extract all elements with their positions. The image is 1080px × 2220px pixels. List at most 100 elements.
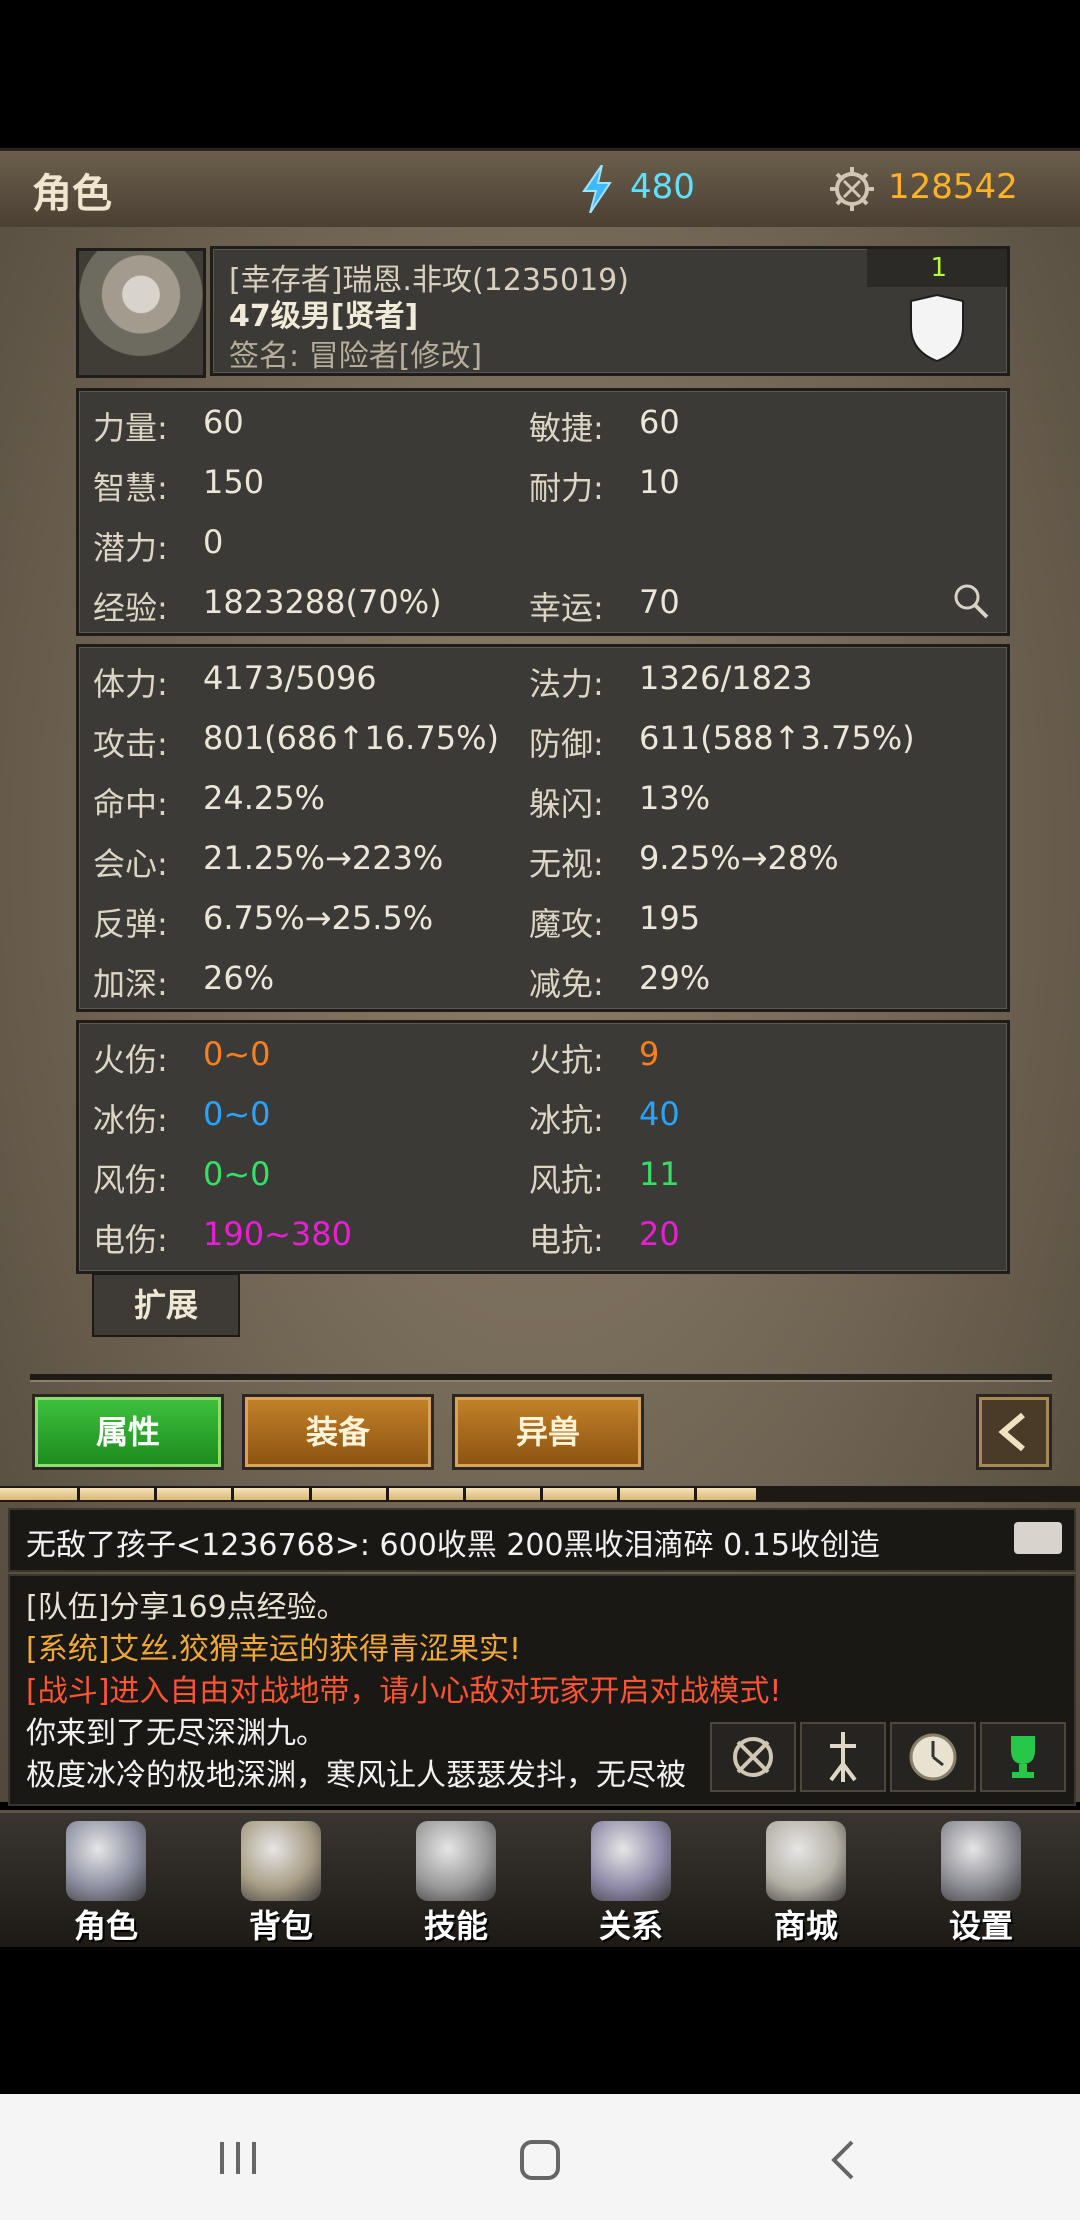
- stat-label: 敏捷:: [529, 409, 604, 447]
- stat-value: 60: [639, 403, 680, 441]
- stat-row: 经验: 1823288(70%) 幸运: 70: [79, 573, 999, 633]
- stat-value: 1326/1823: [639, 659, 813, 697]
- element-label: 冰伤:: [93, 1101, 168, 1139]
- backpack-icon: [241, 1821, 321, 1901]
- chat-bubble-icon[interactable]: [1014, 1522, 1062, 1554]
- signature-edit[interactable]: 签名: 冒险者[修改]: [229, 331, 482, 375]
- tab-beast[interactable]: 异兽: [452, 1394, 644, 1470]
- gold-coin-icon: [830, 167, 874, 211]
- nav-item-gears[interactable]: 设置: [911, 1813, 1051, 1947]
- element-label: 火伤:: [93, 1041, 168, 1079]
- stat-label: 无视:: [529, 845, 604, 883]
- profile-box: [幸存者]瑞恩.非攻(1235019) 47级男[贤者] 签名: 冒险者[修改]…: [210, 246, 1010, 376]
- trophy-icon: [1011, 1736, 1035, 1778]
- stat-label: 力量:: [93, 409, 168, 447]
- character-level: 47级男[贤者]: [229, 299, 419, 334]
- handshake-icon: [591, 1821, 671, 1901]
- element-label: 火抗:: [529, 1041, 604, 1079]
- stat-value: 29%: [639, 959, 711, 997]
- stat-label: 攻击:: [93, 725, 168, 763]
- stat-value: 70: [639, 583, 680, 621]
- stat-value: 60: [203, 403, 244, 441]
- stat-row: 会心: 21.25%→223% 无视: 9.25%→28%: [79, 829, 999, 889]
- tab-equipment[interactable]: 装备: [242, 1394, 434, 1470]
- helmet-icon: [66, 1821, 146, 1901]
- stat-label: 智慧:: [93, 469, 168, 507]
- element-value: 0~0: [203, 1035, 271, 1073]
- log-line: [战斗]进入自由对战地带，请小心敌对玩家开启对战模式!: [26, 1674, 782, 1709]
- tab-attributes[interactable]: 属性: [32, 1394, 224, 1470]
- chest-icon: [766, 1821, 846, 1901]
- stat-label: 耐力:: [529, 469, 604, 507]
- stat-label: 法力:: [529, 665, 604, 703]
- stat-value: 13%: [639, 779, 711, 817]
- sword-button[interactable]: [800, 1722, 886, 1792]
- experience-bar-tick: [925, 1486, 929, 1502]
- trophy-button[interactable]: [980, 1722, 1066, 1792]
- stat-label: 魔攻:: [529, 905, 604, 943]
- element-row: 火伤: 0~0 火抗: 9: [79, 1025, 999, 1085]
- experience-bar-tick: [1002, 1486, 1006, 1502]
- stat-label: 躲闪:: [529, 785, 604, 823]
- element-label: 电伤:: [93, 1221, 168, 1259]
- nav-item-handshake[interactable]: 关系: [561, 1813, 701, 1947]
- log-line: 你来到了无尽深渊九。: [26, 1716, 326, 1751]
- chat-bar[interactable]: 无敌了孩子<1236768>: 600收黑 200黑收泪滴碎 0.15收创造: [8, 1508, 1076, 1572]
- stat-label: 反弹:: [93, 905, 168, 943]
- character-portrait[interactable]: [76, 248, 206, 378]
- stat-value: 4173/5096: [203, 659, 377, 697]
- experience-bar-tick: [771, 1486, 775, 1502]
- back-button[interactable]: [976, 1394, 1052, 1470]
- stat-label: 加深:: [93, 965, 168, 1003]
- sword-icon: [829, 1732, 857, 1782]
- stat-value: 24.25%: [203, 779, 326, 817]
- battle-mode-button[interactable]: [710, 1722, 796, 1792]
- experience-bar-tick: [540, 1486, 543, 1502]
- stat-label: 体力:: [93, 665, 168, 703]
- experience-bar-tick: [231, 1486, 235, 1502]
- nav-label: 设置: [948, 1907, 1013, 1945]
- stat-value: 150: [203, 463, 265, 501]
- recent-apps-icon[interactable]: [216, 2138, 260, 2178]
- energy-icon: [582, 165, 612, 213]
- chevron-left-icon: [998, 1412, 1025, 1452]
- element-value: 9: [639, 1035, 660, 1073]
- stat-value: 611(588↑3.75%): [639, 719, 915, 757]
- stat-value: 9.25%→28%: [639, 839, 839, 877]
- log-line: [队伍]分享169点经验。: [26, 1590, 347, 1625]
- element-label: 电抗:: [529, 1221, 604, 1259]
- experience-bar-tick: [77, 1486, 81, 1502]
- expand-button[interactable]: 扩展: [92, 1273, 240, 1337]
- stat-value: 0: [203, 523, 224, 561]
- gears-icon: [941, 1821, 1021, 1901]
- magnifier-icon[interactable]: [951, 581, 991, 621]
- nav-item-backpack[interactable]: 背包: [211, 1813, 351, 1947]
- log-line: 极度冰冷的极地深渊，寒风让人瑟瑟发抖，无尽被: [26, 1758, 686, 1793]
- android-nav-bar: [0, 2094, 1080, 2220]
- nav-item-helmet[interactable]: 角色: [36, 1813, 176, 1947]
- log-line: [系统]艾丝.狡猾幸运的获得青涩果实!: [26, 1632, 521, 1667]
- nav-item-skill-book[interactable]: 技能: [386, 1813, 526, 1947]
- experience-bar-tick: [154, 1486, 158, 1502]
- top-header: 角色 480 128542: [0, 148, 1080, 230]
- gold-value: 128542: [888, 167, 1018, 207]
- element-value: 11: [639, 1155, 680, 1193]
- base-stats-box: 力量: 60 敏捷: 60 智慧: 150 耐力: 10 潜力: 0 经验: 1…: [76, 388, 1010, 636]
- experience-bar-fill: [0, 1488, 756, 1500]
- section-divider: [30, 1374, 1052, 1382]
- shield-icon[interactable]: [907, 293, 967, 363]
- stat-value: 6.75%→25.5%: [203, 899, 434, 937]
- nav-item-chest[interactable]: 商城: [736, 1813, 876, 1947]
- element-value: 0~0: [203, 1095, 271, 1133]
- stat-label: 潜力:: [93, 529, 168, 567]
- nav-label: 背包: [248, 1907, 313, 1945]
- combat-stats-box: 体力: 4173/5096 法力: 1326/1823 攻击: 801(686↑16.75…: [76, 644, 1010, 1012]
- clock-button[interactable]: [890, 1722, 976, 1792]
- stat-row: 智慧: 150 耐力: 10: [79, 453, 999, 513]
- stat-value: 801(686↑16.75%): [203, 719, 499, 757]
- home-icon[interactable]: [518, 2138, 562, 2182]
- nav-label: 技能: [423, 1907, 488, 1945]
- back-icon[interactable]: [826, 2138, 858, 2182]
- experience-bar-tick: [385, 1486, 389, 1502]
- stat-row: 反弹: 6.75%→25.5% 魔攻: 195: [79, 889, 999, 949]
